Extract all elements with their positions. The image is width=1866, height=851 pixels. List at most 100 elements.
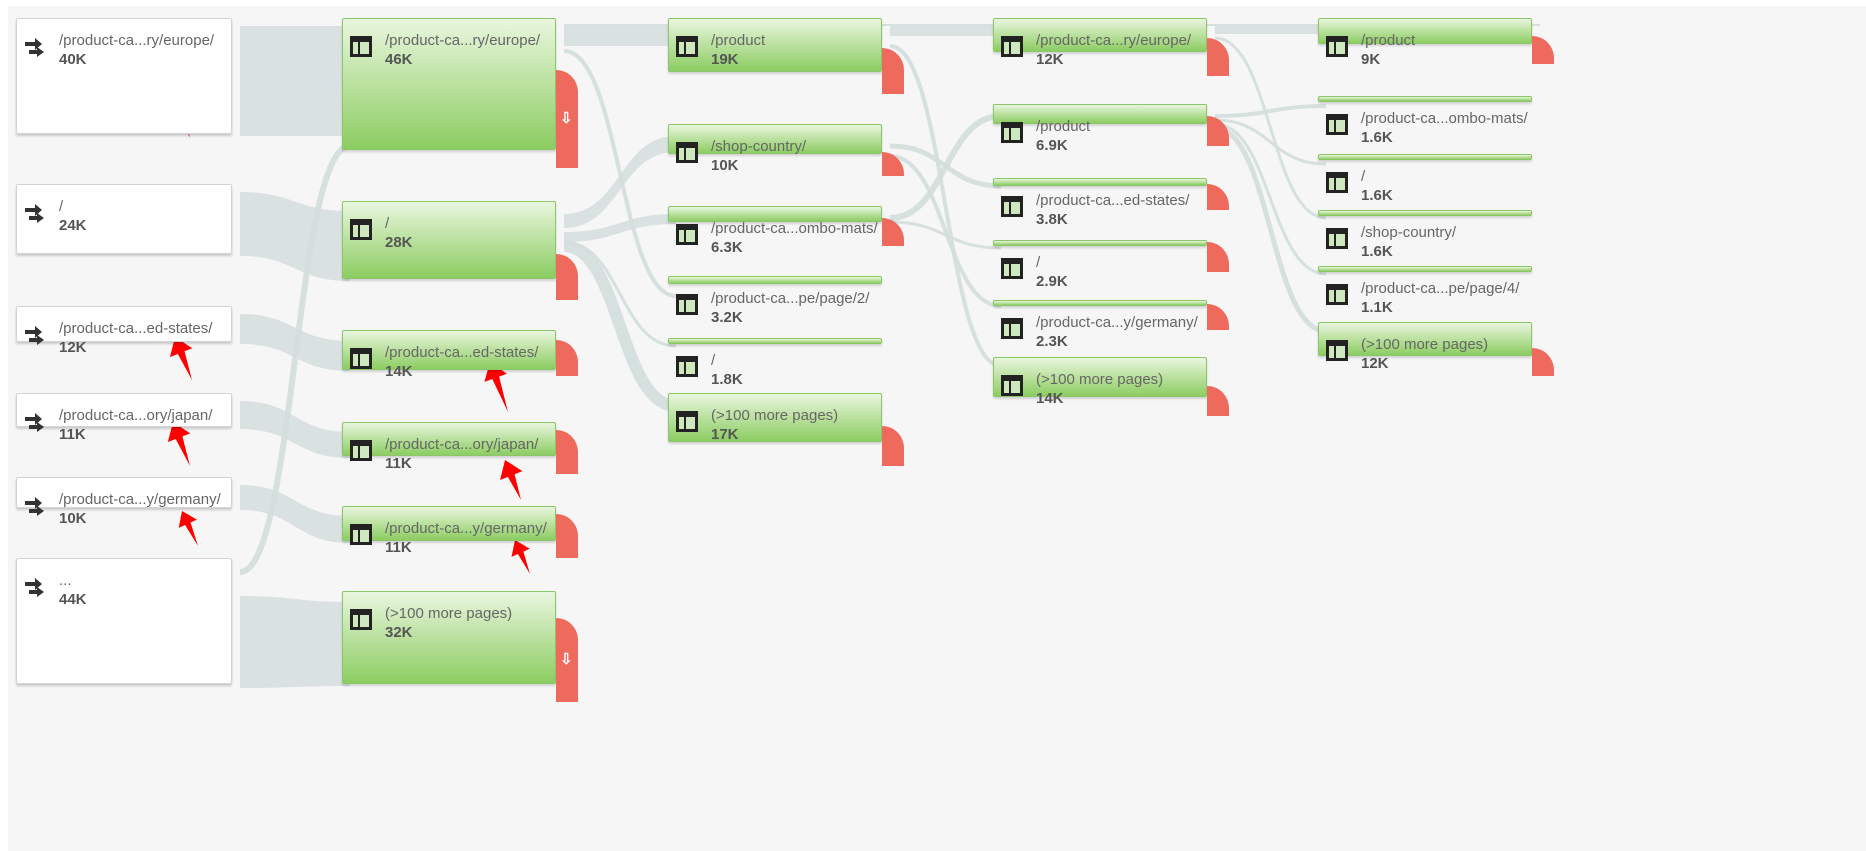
node-value: 2.9K — [1036, 273, 1068, 290]
step1-node-4[interactable]: /product-ca...y/germany/11K — [342, 506, 556, 556]
step0-node-5[interactable]: ... 44K — [16, 558, 232, 684]
flow-3-1-c — [1214, 122, 1327, 276]
page-layout-icon — [350, 524, 372, 545]
node-label: /product — [711, 32, 766, 49]
step2-node-2[interactable]: /product-ca...ombo-mats/6.3K — [668, 206, 882, 256]
node-value: 1.6K — [1361, 129, 1393, 146]
node-value: 11K — [385, 539, 412, 556]
node-label: /product-ca...ed-states/ — [385, 344, 539, 361]
step1-node-3[interactable]: /product-ca...ory/japan/11K — [342, 422, 556, 472]
entrance-arrows-icon — [24, 576, 46, 597]
node-value: 11K — [385, 455, 412, 472]
dropoff-indicator[interactable]: ⇩ — [556, 618, 578, 702]
entrance-arrows-icon — [24, 202, 46, 223]
page-layout-icon — [1326, 172, 1348, 193]
step4-node-4[interactable]: /product-ca...pe/page/4/1.1K — [1318, 266, 1532, 316]
step3-node-4[interactable]: /product-ca...y/germany/2.3K — [993, 300, 1207, 350]
flow-0-4 — [240, 485, 350, 543]
step4-node-1[interactable]: /product-ca...ombo-mats/1.6K — [1318, 96, 1532, 146]
flow-0-5 — [240, 596, 350, 688]
page-layout-icon — [676, 224, 698, 245]
step3-node-5[interactable]: (>100 more pages) 14K — [993, 357, 1207, 407]
node-label: /product-ca...ed-states/ — [1036, 192, 1190, 209]
node-label: /product-ca...ry/europe/ — [59, 32, 215, 49]
node-value: 1.6K — [1361, 243, 1393, 260]
flow-1-0 — [564, 26, 676, 46]
step2-node-0[interactable]: /product 19K — [668, 18, 882, 72]
node-value: 2.3K — [1036, 333, 1068, 350]
step0-node-0[interactable]: /product-ca...ry/europe/40K — [16, 18, 232, 134]
step1-node-2[interactable]: /product-ca...ed-states/14K — [342, 330, 556, 380]
step3-node-2[interactable]: /product-ca...ed-states/3.8K — [993, 178, 1207, 228]
node-value: 10K — [59, 510, 87, 527]
step0-node-4[interactable]: /product-ca...y/germany/10K — [16, 477, 232, 527]
step0-node-3[interactable]: /product-ca...ory/japan/11K — [16, 393, 232, 443]
step3-node-1[interactable]: /product 6.9K — [993, 104, 1207, 154]
page-layout-icon — [350, 219, 372, 240]
page-layout-icon — [1001, 318, 1023, 339]
node-label: (>100 more pages) — [1036, 371, 1164, 388]
step2-node-1[interactable]: /shop-country/10K — [668, 124, 882, 174]
step0-node-2[interactable]: /product-ca...ed-states/12K — [16, 306, 232, 356]
entrance-arrows-icon — [24, 411, 46, 432]
page-layout-icon — [676, 142, 698, 163]
page-layout-icon — [1326, 340, 1348, 361]
node-label: /product-ca...ry/europe/ — [1036, 32, 1192, 49]
annotation-arrow-5 — [500, 460, 523, 500]
node-value: 9K — [1361, 51, 1381, 68]
page-layout-icon — [676, 36, 698, 57]
page-layout-icon — [676, 356, 698, 377]
node-label: /product-ca...pe/page/4/ — [1361, 280, 1520, 297]
node-value: 12K — [1361, 355, 1389, 372]
node-label: / — [711, 352, 716, 369]
flow-2-1-b — [889, 154, 1002, 308]
node-label: (>100 more pages) — [1361, 336, 1489, 353]
node-label: (>100 more pages) — [385, 605, 513, 622]
flow-3-1 — [1214, 104, 1327, 118]
page-layout-icon — [1326, 36, 1348, 57]
node-label: /product-ca...y/germany/ — [59, 491, 221, 508]
step4-node-2[interactable]: / 1.6K — [1318, 154, 1532, 204]
step4-node-0[interactable]: /product 9K — [1318, 18, 1532, 68]
node-label: /product — [1036, 118, 1091, 135]
flow-diagram: /product-ca...ry/europe/40K / 24K/product-… — [8, 6, 1866, 851]
node-value: 17K — [711, 426, 739, 443]
node-label: /shop-country/ — [711, 138, 807, 155]
node-label: /product — [1361, 32, 1416, 49]
node-value: 14K — [385, 363, 413, 380]
step1-node-5[interactable]: (>100 more pages) 32K — [342, 591, 556, 684]
step4-node-3[interactable]: /shop-country/1.6K — [1318, 210, 1532, 260]
flow-2-0 — [890, 26, 1001, 36]
page-layout-icon — [350, 609, 372, 630]
step3-node-0[interactable]: /product-ca...ry/europe/12K — [993, 18, 1207, 68]
step2-node-5[interactable]: (>100 more pages) 17K — [668, 393, 882, 443]
flow-1-1 — [564, 136, 676, 228]
flow-1-1-c — [563, 240, 677, 412]
step1-node-1[interactable]: / 28K — [342, 201, 556, 279]
node-value: 11K — [59, 426, 86, 443]
annotation-arrow-7 — [511, 540, 530, 574]
node-label: / — [385, 215, 390, 232]
step1-node-0[interactable]: /product-ca...ry/europe/46K — [342, 18, 556, 150]
node-label: /product-ca...ombo-mats/ — [711, 220, 878, 237]
flow-0-3 — [240, 401, 350, 458]
node-label: /product-ca...ory/japan/ — [385, 436, 539, 453]
flow-0-0 — [240, 26, 350, 136]
node-label: / — [1361, 168, 1366, 185]
step2-node-3[interactable]: /product-ca...pe/page/2/3.2K — [668, 276, 882, 326]
dropoff-indicator[interactable]: ⇩ — [556, 70, 578, 168]
dropoff-arrow-icon: ⇩ — [560, 110, 573, 127]
node-value: 12K — [1036, 51, 1064, 68]
step2-node-4[interactable]: / 1.8K — [668, 338, 882, 388]
step4-node-5[interactable]: (>100 more pages) 12K — [1318, 322, 1532, 372]
node-value: 28K — [385, 234, 413, 251]
flow-3-1-d — [1214, 125, 1327, 334]
annotation-arrow-2 — [170, 337, 193, 380]
node-value: 19K — [711, 51, 739, 68]
page-layout-icon — [1001, 122, 1023, 143]
step3-node-3[interactable]: / 2.9K — [993, 240, 1207, 290]
node-value: 44K — [59, 591, 87, 608]
node-value: 46K — [385, 51, 413, 68]
node-value: 24K — [59, 217, 87, 234]
step0-node-1[interactable]: / 24K — [16, 184, 232, 254]
